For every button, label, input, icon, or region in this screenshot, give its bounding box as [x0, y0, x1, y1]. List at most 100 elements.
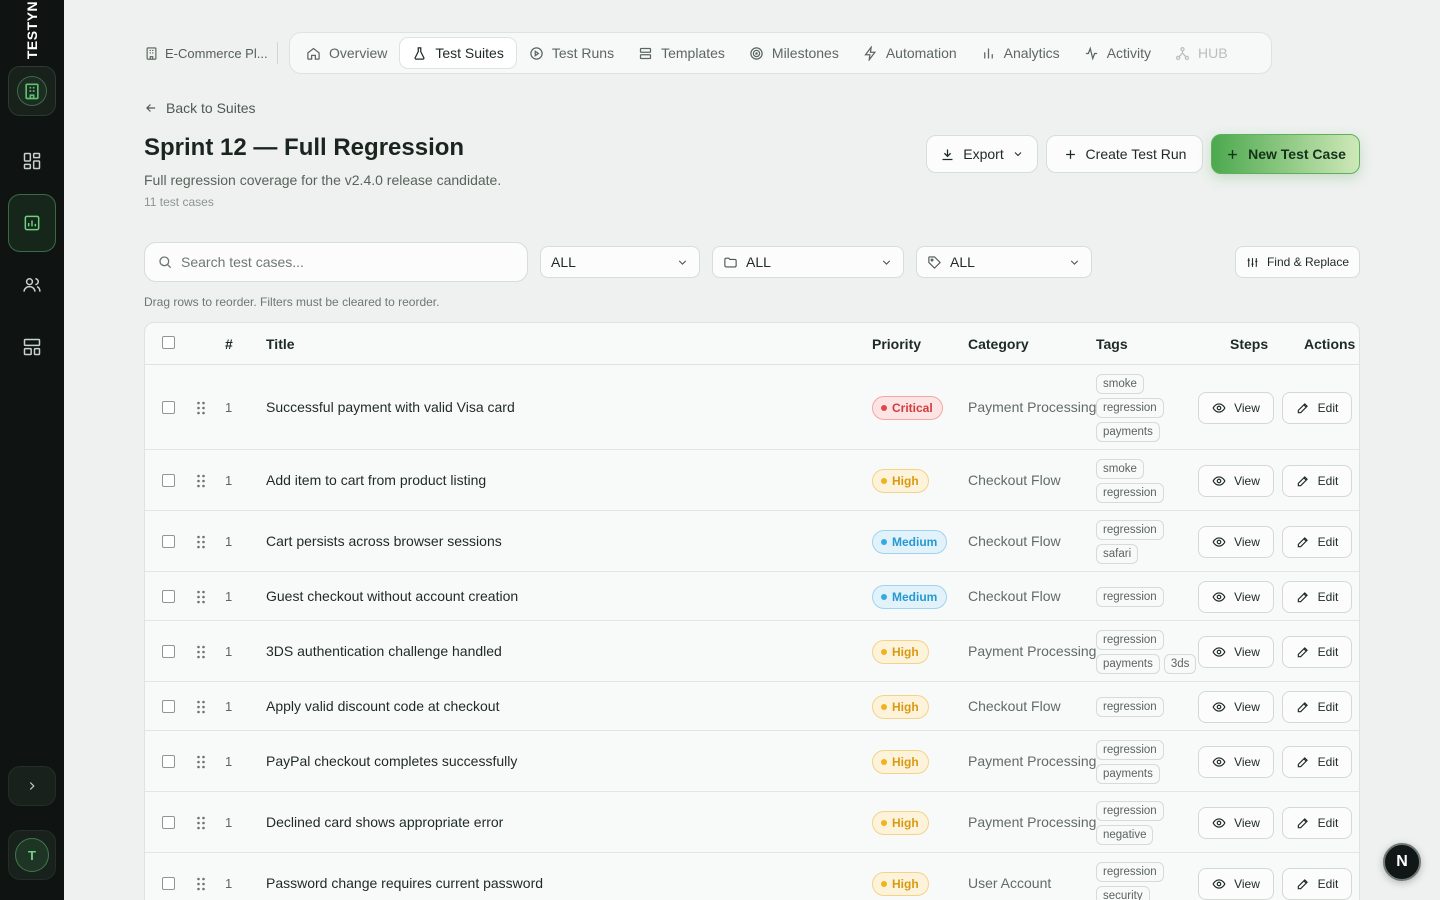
test-case-title[interactable]: Cart persists across browser sessions: [266, 533, 502, 549]
test-case-title[interactable]: Add item to cart from product listing: [266, 472, 486, 488]
edit-button[interactable]: Edit: [1282, 867, 1352, 900]
sidebar-expand-button[interactable]: [8, 766, 56, 806]
edit-button[interactable]: Edit: [1282, 806, 1352, 839]
category-label: Checkout Flow: [968, 471, 1061, 488]
test-case-title[interactable]: Password change requires current passwor…: [266, 875, 543, 891]
drag-handle[interactable]: [196, 755, 206, 769]
user-menu-button[interactable]: T: [8, 830, 56, 880]
project-selector[interactable]: E-Commerce Pl...: [144, 42, 268, 64]
sidebar-item-layouts[interactable]: [8, 323, 56, 371]
tab-analytics[interactable]: Analytics: [969, 37, 1072, 69]
row-checkbox[interactable]: [162, 699, 175, 713]
tag-list: smoke regression: [1096, 458, 1200, 503]
new-test-case-button[interactable]: New Test Case: [1211, 134, 1360, 174]
tab-test-suites[interactable]: Test Suites: [399, 37, 517, 69]
sidebar-item-users[interactable]: [8, 261, 56, 309]
edit-button[interactable]: Edit: [1282, 391, 1352, 424]
sidebar-item-test-suites[interactable]: [8, 194, 56, 252]
view-button[interactable]: View: [1198, 525, 1274, 558]
sliders-icon: [1247, 257, 1258, 267]
view-button[interactable]: View: [1198, 391, 1274, 424]
drag-handle[interactable]: [196, 535, 206, 549]
category-label: Payment Processing: [968, 398, 1097, 415]
drag-handle-icon: [197, 590, 205, 603]
column-title[interactable]: Title: [266, 336, 295, 352]
test-case-title[interactable]: Successful payment with valid Visa card: [266, 399, 515, 415]
priority-filter-select[interactable]: ALL: [540, 246, 700, 278]
row-checkbox[interactable]: [162, 589, 175, 603]
view-button[interactable]: View: [1198, 580, 1274, 613]
category-filter-select[interactable]: ALL: [712, 246, 904, 278]
table-row[interactable]: 1 Successful payment with valid Visa card…: [145, 365, 1359, 450]
row-checkbox[interactable]: [162, 815, 175, 829]
search-input[interactable]: [181, 254, 501, 270]
flask-icon: [414, 46, 425, 60]
eye-icon: [1212, 536, 1226, 547]
view-button[interactable]: View: [1198, 745, 1274, 778]
edit-button[interactable]: Edit: [1282, 745, 1352, 778]
eye-icon: [1212, 591, 1226, 602]
test-case-title[interactable]: 3DS authentication challenge handled: [266, 643, 502, 659]
edit-button[interactable]: Edit: [1282, 525, 1352, 558]
table-row[interactable]: 1 Guest checkout without account creation…: [145, 572, 1359, 621]
drag-handle[interactable]: [196, 700, 206, 714]
row-checkbox[interactable]: [162, 876, 175, 890]
edit-button[interactable]: Edit: [1282, 464, 1352, 497]
table-row[interactable]: 1 Declined card shows appropriate error Hi…: [145, 792, 1359, 853]
test-case-title[interactable]: Apply valid discount code at checkout: [266, 698, 499, 714]
tab-automation[interactable]: Automation: [851, 37, 969, 69]
row-checkbox[interactable]: [162, 400, 175, 414]
drag-handle-icon: [197, 474, 205, 487]
drag-handle[interactable]: [196, 401, 206, 415]
view-button[interactable]: View: [1198, 806, 1274, 839]
tag-filter-select[interactable]: ALL: [916, 246, 1092, 278]
row-checkbox[interactable]: [162, 473, 175, 487]
table-row[interactable]: 1 Apply valid discount code at checkout Hi…: [145, 682, 1359, 731]
plus-icon: [1228, 149, 1237, 159]
status-dot: [881, 538, 887, 545]
tag-list: regression: [1096, 586, 1200, 607]
row-checkbox[interactable]: [162, 534, 175, 548]
back-to-suites-link[interactable]: Back to Suites: [144, 98, 256, 118]
sidebar-item-dashboard[interactable]: [8, 137, 56, 185]
page-description: Full regression coverage for the v2.4.0 …: [144, 172, 502, 188]
tab-test-runs[interactable]: Test Runs: [517, 37, 626, 69]
column-priority[interactable]: Priority: [872, 336, 921, 352]
tag-chip: security: [1096, 885, 1150, 900]
row-checkbox[interactable]: [162, 754, 175, 768]
tab-overview[interactable]: Overview: [294, 37, 399, 69]
drag-handle[interactable]: [196, 816, 206, 830]
help-assistant-button[interactable]: N: [1383, 843, 1421, 881]
edit-button[interactable]: Edit: [1282, 635, 1352, 668]
export-button[interactable]: Export: [926, 135, 1038, 173]
view-button[interactable]: View: [1198, 867, 1274, 900]
view-button[interactable]: View: [1198, 464, 1274, 497]
row-checkbox[interactable]: [162, 644, 175, 658]
workspace-button[interactable]: [8, 66, 56, 116]
test-case-title[interactable]: PayPal checkout completes successfully: [266, 753, 517, 769]
tag-chip: smoke: [1096, 458, 1144, 479]
drag-handle[interactable]: [196, 590, 206, 604]
tab-milestones[interactable]: Milestones: [737, 37, 851, 69]
drag-handle[interactable]: [196, 474, 206, 488]
edit-button[interactable]: Edit: [1282, 580, 1352, 613]
edit-button[interactable]: Edit: [1282, 690, 1352, 723]
column-category[interactable]: Category: [968, 336, 1029, 352]
table-row[interactable]: 1 3DS authentication challenge handled Hig…: [145, 621, 1359, 682]
tab-activity[interactable]: Activity: [1072, 37, 1163, 69]
select-all-checkbox[interactable]: [162, 336, 175, 349]
table-row[interactable]: 1 PayPal checkout completes successfully H…: [145, 731, 1359, 792]
table-row[interactable]: 1 Cart persists across browser sessions Me…: [145, 511, 1359, 572]
tab-templates[interactable]: Templates: [626, 37, 737, 69]
test-case-title[interactable]: Guest checkout without account creation: [266, 588, 518, 604]
find-replace-button[interactable]: Find & Replace: [1235, 246, 1360, 278]
drag-handle[interactable]: [196, 645, 206, 659]
view-button[interactable]: View: [1198, 690, 1274, 723]
table-row[interactable]: 1 Add item to cart from product listing Hi…: [145, 450, 1359, 511]
drag-handle[interactable]: [196, 877, 206, 891]
view-button[interactable]: View: [1198, 635, 1274, 668]
table-row[interactable]: 1 Password change requires current passwo…: [145, 853, 1359, 900]
chevron-down-icon: [1070, 259, 1079, 265]
create-test-run-button[interactable]: Create Test Run: [1046, 135, 1203, 173]
test-case-title[interactable]: Declined card shows appropriate error: [266, 814, 503, 830]
